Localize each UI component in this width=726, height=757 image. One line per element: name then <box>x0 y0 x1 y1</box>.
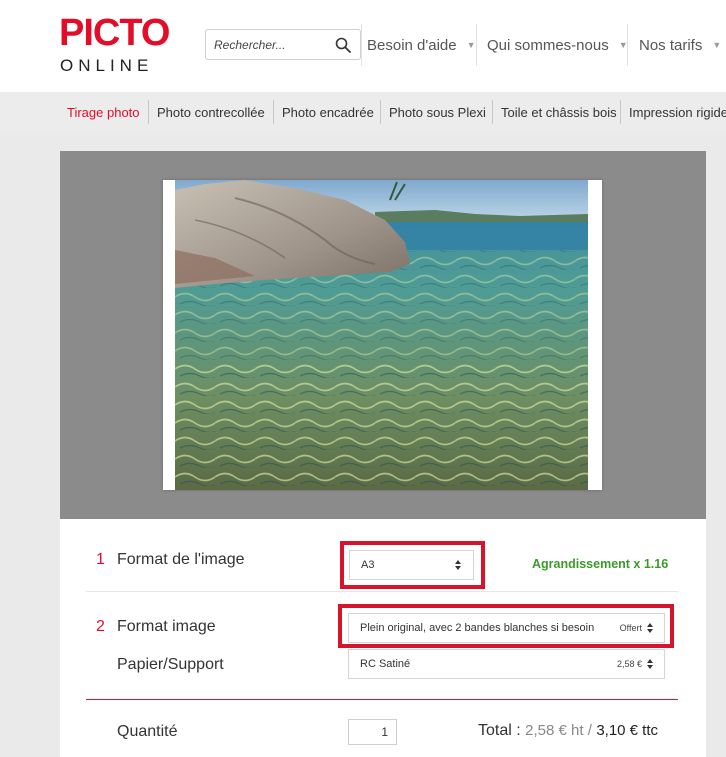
total-ttc: 3,10 € ttc <box>596 722 659 739</box>
total-label: Total : <box>478 722 521 739</box>
nav-besoin-aide-label: Besoin d'aide <box>367 36 457 54</box>
divider <box>86 591 678 592</box>
search-input[interactable] <box>214 35 332 55</box>
image-format-select[interactable]: Plein original, avec 2 bandes blanches s… <box>348 613 665 643</box>
chevron-down-icon: ▼ <box>712 40 722 50</box>
enlargement-factor: Agrandissement x 1.16 <box>532 557 669 571</box>
category-toile-chassis[interactable]: Toile et châssis bois <box>501 92 617 132</box>
format-select-value: A3 <box>361 559 375 571</box>
chevron-down-icon: ▼ <box>466 40 476 50</box>
logo-brand-text: PICTO <box>59 12 170 54</box>
picto-online-logo[interactable]: PICTO ONLINE <box>59 12 170 76</box>
category-divider <box>273 100 274 124</box>
nav-divider <box>627 24 628 66</box>
category-photo-contrecollee[interactable]: Photo contrecollée <box>157 92 265 132</box>
nav-qui-sommes-nous[interactable]: Qui sommes-nous ▼ <box>487 34 628 56</box>
format-select[interactable]: A3 <box>349 550 474 580</box>
divider <box>86 699 678 700</box>
search-box <box>205 29 361 60</box>
quantity-input[interactable] <box>348 719 397 745</box>
step-number: 1 <box>96 551 105 568</box>
paper-price: 2,58 € <box>616 659 642 669</box>
nav-nos-tarifs-label: Nos tarifs <box>639 36 703 54</box>
select-arrows-icon <box>647 623 653 633</box>
category-divider <box>620 100 621 124</box>
nav-divider <box>361 24 362 66</box>
nav-qui-sommes-nous-label: Qui sommes-nous <box>487 36 609 54</box>
quantity-label: Quantité <box>117 723 178 740</box>
step-number: 2 <box>96 618 105 635</box>
category-bar: Tirage photo Photo contrecollée Photo en… <box>0 92 726 132</box>
category-divider <box>380 100 381 124</box>
photo-illustration <box>175 180 588 490</box>
paper-label: Papier/Support <box>117 656 224 673</box>
select-arrows-icon <box>647 659 653 669</box>
logo-sub-text: ONLINE <box>60 56 154 75</box>
nav-nos-tarifs[interactable]: Nos tarifs ▼ <box>639 34 721 56</box>
search-icon[interactable] <box>334 36 352 54</box>
category-photo-sous-plexi[interactable]: Photo sous Plexi <box>389 92 486 132</box>
image-format-label: Format image <box>117 618 216 635</box>
photo-preview-image <box>175 180 588 490</box>
nav-besoin-aide[interactable]: Besoin d'aide ▼ <box>367 34 476 56</box>
category-divider <box>492 100 493 124</box>
category-divider <box>148 100 149 124</box>
total-price: Total : 2,58 € ht / 3,10 € ttc <box>478 722 658 740</box>
category-impression-rigide[interactable]: Impression rigide <box>629 92 726 132</box>
format-label: Format de l'image <box>117 551 245 568</box>
category-tirage-photo[interactable]: Tirage photo <box>67 92 140 132</box>
nav-divider <box>476 24 477 66</box>
category-photo-encadree[interactable]: Photo encadrée <box>282 92 374 132</box>
image-format-select-value: Plein original, avec 2 bandes blanches s… <box>360 622 595 634</box>
site-header: PICTO ONLINE Besoin d'aide ▼ Qui sommes-… <box>0 0 726 92</box>
select-arrows-icon <box>455 560 461 570</box>
paper-select[interactable]: RC Satiné 2,58 € <box>348 649 665 679</box>
paper-select-value: RC Satiné <box>360 658 411 670</box>
image-format-price: Offert <box>619 623 642 633</box>
total-ht: 2,58 € ht / <box>525 722 592 739</box>
